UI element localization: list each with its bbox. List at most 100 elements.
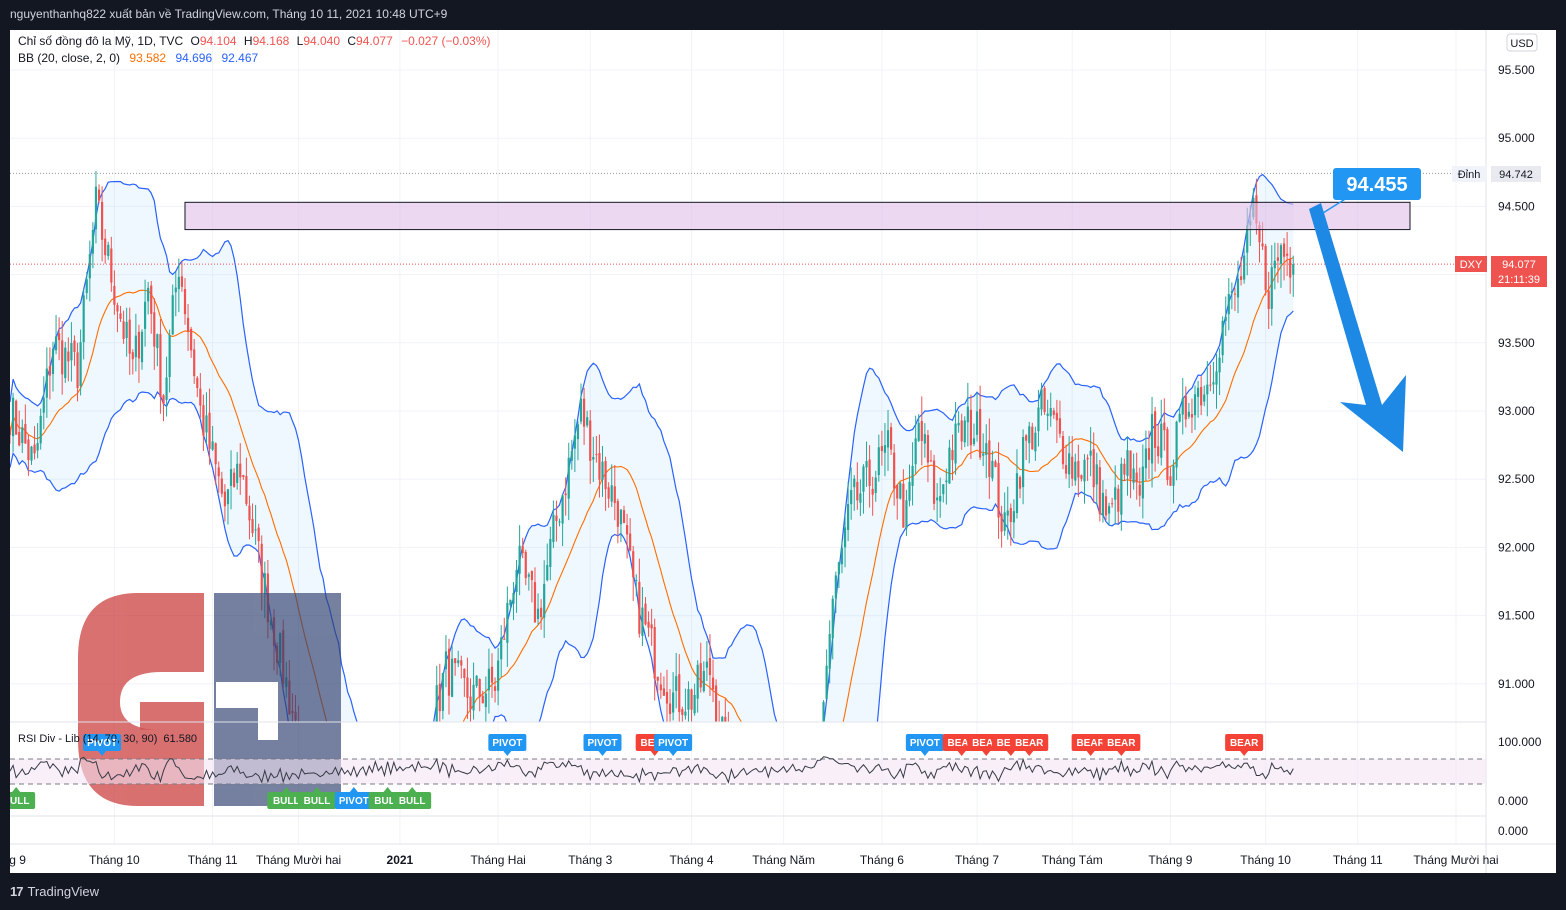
time-tick-label: Tháng 11 — [1333, 853, 1383, 867]
candle-body — [638, 581, 641, 634]
candle-body — [936, 497, 939, 501]
candle-body — [629, 533, 632, 551]
candle-body — [174, 287, 177, 293]
tradingview-brand[interactable]: 17 TradingView — [10, 884, 99, 899]
candle-body — [122, 321, 125, 339]
rsi-marker-label: PIVOT — [910, 738, 940, 749]
candle-body — [792, 788, 794, 819]
candle-body — [1126, 450, 1129, 476]
candle-body — [1071, 456, 1074, 479]
candle-body — [776, 821, 778, 838]
candle-body — [837, 562, 840, 575]
candle-body — [1273, 260, 1276, 269]
candle-body — [128, 319, 131, 354]
candle-body — [1279, 245, 1283, 264]
candle-body — [236, 463, 239, 483]
candle-body — [153, 312, 156, 347]
candle-body — [1147, 448, 1151, 460]
candle-body — [696, 664, 699, 699]
candle-body — [73, 340, 76, 352]
rsi-marker-label: BULL — [304, 796, 331, 807]
candle-body — [880, 446, 883, 452]
candle-body — [601, 461, 604, 480]
candle-body — [147, 287, 150, 302]
candle-body — [896, 485, 899, 499]
candle-body — [770, 822, 772, 840]
candle-body — [610, 485, 613, 502]
price-tick-label: 95.000 — [1498, 131, 1535, 145]
time-axis[interactable]: Tháng 9 Tháng 10 Tháng 11 Tháng Mười hai 202… — [10, 853, 1499, 867]
candle-body — [27, 439, 30, 461]
price-tick-label: 95.500 — [1498, 63, 1535, 77]
candle-body — [190, 328, 193, 351]
candle-body — [724, 716, 727, 722]
candle-body — [966, 406, 969, 423]
candle-body — [690, 689, 693, 710]
candle-body — [530, 570, 533, 581]
candle-body — [822, 701, 825, 722]
candle-body — [1227, 293, 1230, 315]
candle-body — [1049, 407, 1052, 417]
rsi-marker-pointer — [383, 787, 392, 792]
candle-body — [1289, 258, 1292, 278]
price-tick-label: 94.500 — [1498, 199, 1535, 213]
candle-body — [1034, 432, 1037, 452]
candle-body — [932, 460, 936, 504]
candle-body — [798, 792, 800, 793]
rsi-marker-label: BULL — [273, 796, 300, 807]
rsi-marker-label: BULL — [399, 796, 426, 807]
candle-body — [656, 676, 659, 681]
chart-frame[interactable]: 94.455 BULLPIVOTBULLBULLPIVOTBULLBULLPIV… — [10, 30, 1556, 873]
candle-body — [76, 352, 79, 389]
candle-body — [1055, 412, 1058, 421]
candle-body — [143, 301, 147, 329]
top-label: Đỉnh — [1458, 169, 1481, 181]
candle-body — [564, 493, 567, 496]
candle-body — [1184, 395, 1187, 420]
price-chart[interactable]: 94.455 BULLPIVOTBULLBULLPIVOTBULLBULLPIV… — [10, 30, 1556, 873]
rsi-marker-pointer — [957, 751, 966, 756]
candle-body — [116, 305, 119, 312]
time-tick-label: Tháng 10 — [89, 853, 140, 867]
candle-body — [1276, 257, 1280, 261]
price-tick-label: 91.500 — [1498, 609, 1535, 623]
candle-body — [1178, 413, 1181, 422]
candle-body — [515, 570, 518, 593]
candle-body — [1046, 413, 1049, 416]
price-scale[interactable]: 95.50095.00094.50094.00093.50093.00092.5… — [1498, 63, 1535, 691]
candle-body — [21, 427, 24, 444]
price-tick-label: 92.500 — [1498, 472, 1535, 486]
rsi-marker-pointer — [1117, 751, 1126, 756]
candle-body — [1163, 422, 1166, 431]
candle-body — [433, 736, 435, 752]
candle-body — [963, 420, 966, 443]
candle-body — [51, 348, 55, 375]
candle-body — [180, 276, 184, 287]
candle-body — [1012, 511, 1015, 523]
candle-body — [1206, 384, 1209, 395]
candle-body — [911, 465, 914, 486]
candle-body — [1236, 278, 1240, 298]
candle-body — [586, 417, 589, 426]
candle-body — [1129, 450, 1132, 480]
candle-body — [1169, 476, 1172, 486]
rsi-marker-pointer — [12, 787, 21, 792]
candle-body — [97, 189, 101, 201]
candle-body — [328, 817, 330, 834]
candle-body — [1009, 508, 1012, 522]
resistance-zone[interactable] — [184, 201, 1411, 231]
candle-body — [923, 434, 926, 444]
candle-body — [260, 543, 263, 594]
candle-body — [1267, 290, 1270, 309]
candle-body — [450, 658, 454, 697]
candle-body — [997, 463, 1000, 518]
candle-body — [193, 349, 196, 377]
candle-body — [920, 421, 923, 442]
candle-body — [665, 691, 669, 704]
candle-body — [886, 430, 890, 448]
candle-body — [202, 405, 205, 436]
candle-body — [503, 638, 506, 640]
countdown: 21:11:39 — [1498, 274, 1540, 286]
candle-body — [1190, 414, 1194, 418]
candle-body — [573, 435, 576, 449]
